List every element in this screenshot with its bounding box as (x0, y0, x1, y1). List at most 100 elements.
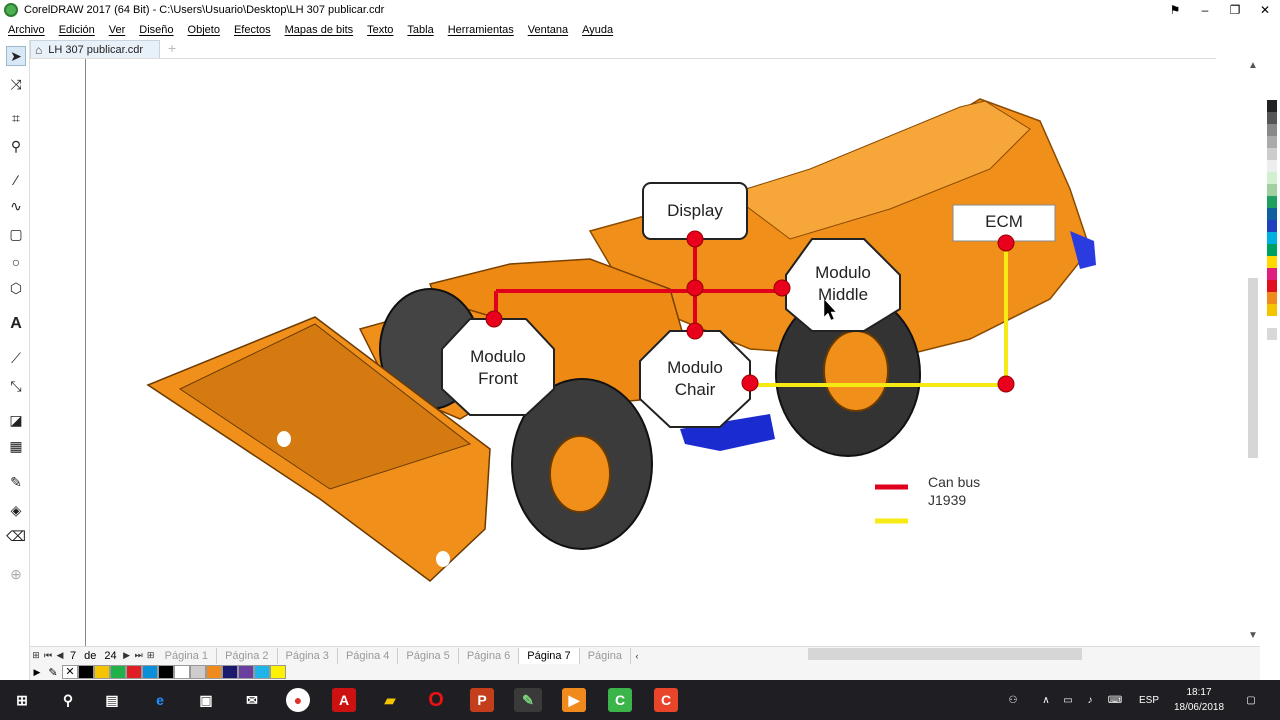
menu-objeto[interactable]: Objeto (188, 24, 220, 36)
right-palette-swatch[interactable] (1267, 100, 1277, 112)
right-palette-swatch[interactable] (1267, 208, 1277, 220)
right-palette-swatch[interactable] (1267, 148, 1277, 160)
right-palette-swatch[interactable] (1267, 232, 1277, 244)
opera-icon[interactable]: O (424, 688, 448, 712)
right-palette-swatch[interactable] (1267, 196, 1277, 208)
right-palette-swatch[interactable] (1267, 124, 1277, 136)
palette-swatch[interactable] (142, 665, 158, 679)
mail-icon[interactable]: ✉ (240, 688, 264, 712)
menu-edicion[interactable]: Edición (59, 24, 95, 36)
last-page-icon[interactable]: ⏭ (133, 650, 145, 661)
palette-swatch[interactable] (206, 665, 222, 679)
text-tool-icon[interactable]: A (6, 314, 26, 334)
minimize-button[interactable]: – (1190, 0, 1220, 20)
document-tab[interactable]: ⌂ LH 307 publicar.cdr (30, 40, 160, 58)
right-palette-swatch[interactable] (1267, 160, 1277, 172)
freehand-tool-icon[interactable]: ∕ (6, 170, 26, 190)
interactive-fill-tool-icon[interactable]: ◈ (6, 500, 26, 520)
prev-page-icon[interactable]: ◀ (54, 650, 66, 661)
page-tab-6[interactable]: Página 6 (459, 647, 520, 664)
media-player-icon[interactable]: ▶ (562, 688, 586, 712)
right-palette-swatch[interactable] (1267, 256, 1277, 268)
page-tab-2[interactable]: Página 2 (217, 647, 278, 664)
menu-ayuda[interactable]: Ayuda (582, 24, 613, 36)
notification-icon[interactable]: ⚑ (1160, 0, 1190, 20)
right-palette-swatch[interactable] (1267, 136, 1277, 148)
palette-swatch[interactable] (94, 665, 110, 679)
menu-diseno[interactable]: Diseño (139, 24, 173, 36)
next-page-icon[interactable]: ▶ (121, 650, 133, 661)
rectangle-tool-icon[interactable]: ▢ (6, 224, 26, 244)
right-palette-swatch[interactable] (1267, 112, 1277, 124)
tray-expand-icon[interactable]: ∧ (1038, 680, 1054, 720)
add-tool-icon[interactable]: ⊕ (6, 564, 26, 584)
scroll-up-icon[interactable]: ▲ (1244, 60, 1262, 71)
volume-icon[interactable]: ♪ (1082, 680, 1098, 720)
menu-herramientas[interactable]: Herramientas (448, 24, 514, 36)
artistic-media-tool-icon[interactable]: ∿ (6, 196, 26, 216)
palette-swatch[interactable] (158, 665, 174, 679)
menu-efectos[interactable]: Efectos (234, 24, 271, 36)
palette-swatch[interactable] (126, 665, 142, 679)
no-color-swatch[interactable]: ✕ (62, 665, 78, 679)
network-icon[interactable]: ▭ (1060, 680, 1076, 720)
transparency-tool-icon[interactable]: ▦ (6, 436, 26, 456)
menu-ver[interactable]: Ver (109, 24, 126, 36)
menu-archivo[interactable]: Archivo (8, 24, 45, 36)
page-tab-7[interactable]: Página 7 (519, 647, 580, 664)
chrome-icon[interactable]: ● (286, 688, 310, 712)
vertical-scrollbar[interactable]: ▲ ▼ (1244, 58, 1262, 646)
camtasia-red-icon[interactable]: C (654, 688, 678, 712)
menu-mapas-de-bits[interactable]: Mapas de bits (285, 24, 353, 36)
horizontal-scroll-thumb[interactable] (808, 648, 1082, 660)
scroll-down-icon[interactable]: ▼ (1244, 630, 1262, 641)
shape-tool-icon[interactable]: ⤨ (6, 74, 26, 94)
page-tab-1[interactable]: Página 1 (157, 647, 218, 664)
camtasia-green-icon[interactable]: C (608, 688, 632, 712)
parallel-dimension-tool-icon[interactable]: ⟋ (6, 348, 26, 368)
zoom-tool-icon[interactable]: ⚲ (6, 136, 26, 156)
powerpoint-icon[interactable]: P (470, 688, 494, 712)
palette-swatch[interactable] (238, 665, 254, 679)
right-palette-swatch[interactable] (1267, 184, 1277, 196)
palette-swatch[interactable] (254, 665, 270, 679)
connector-tool-icon[interactable]: ⤡ (6, 376, 26, 396)
current-page-number[interactable]: 7 (70, 650, 76, 662)
eyedropper-icon[interactable]: ✎ (44, 666, 62, 679)
menu-tabla[interactable]: Tabla (407, 24, 433, 36)
palette-swatch[interactable] (110, 665, 126, 679)
right-palette-swatch[interactable] (1267, 280, 1277, 292)
eyedropper-tool-icon[interactable]: ✎ (6, 472, 26, 492)
ellipse-tool-icon[interactable]: ○ (6, 252, 26, 272)
home-icon[interactable]: ⌂ (35, 43, 42, 57)
right-palette-swatch[interactable] (1267, 292, 1277, 304)
palette-expand-icon[interactable]: ▶ (30, 667, 44, 678)
page-tab-8[interactable]: Página (580, 647, 631, 664)
drop-shadow-tool-icon[interactable]: ◪ (6, 410, 26, 430)
file-explorer-icon[interactable]: ▰ (378, 688, 402, 712)
page-tab-4[interactable]: Página 4 (338, 647, 399, 664)
page-tab-3[interactable]: Página 3 (278, 647, 338, 664)
drawing-canvas[interactable]: Display ECM Modulo Middle Modulo Front M… (30, 58, 1216, 646)
right-palette-swatch[interactable] (1267, 304, 1277, 316)
vertical-scroll-thumb[interactable] (1248, 278, 1258, 458)
action-center-icon[interactable]: ▢ (1240, 680, 1262, 720)
task-view-icon[interactable]: ▤ (100, 688, 124, 712)
search-icon[interactable]: ⚲ (56, 688, 80, 712)
crop-tool-icon[interactable]: ⌗ (6, 108, 26, 128)
first-page-icon[interactable]: ⏮ (42, 650, 54, 661)
restore-button[interactable]: ❐ (1220, 0, 1250, 20)
palette-swatch[interactable] (78, 665, 94, 679)
keyboard-icon[interactable]: ⌨ (1104, 680, 1126, 720)
clock[interactable]: 18:17 18/06/2018 (1168, 685, 1230, 715)
new-tab-icon[interactable]: + (168, 40, 176, 56)
right-palette-swatch[interactable] (1267, 244, 1277, 256)
edge-browser-icon[interactable]: e (148, 688, 172, 712)
menu-texto[interactable]: Texto (367, 24, 393, 36)
windows-start-icon[interactable]: ⊞ (10, 688, 34, 712)
close-button[interactable]: ✕ (1250, 0, 1280, 20)
page-tab-5[interactable]: Página 5 (398, 647, 459, 664)
coreldraw-taskbar-icon[interactable]: ✎ (514, 688, 542, 712)
polygon-tool-icon[interactable]: ⬡ (6, 278, 26, 298)
smart-fill-tool-icon[interactable]: ⌫ (6, 526, 26, 546)
